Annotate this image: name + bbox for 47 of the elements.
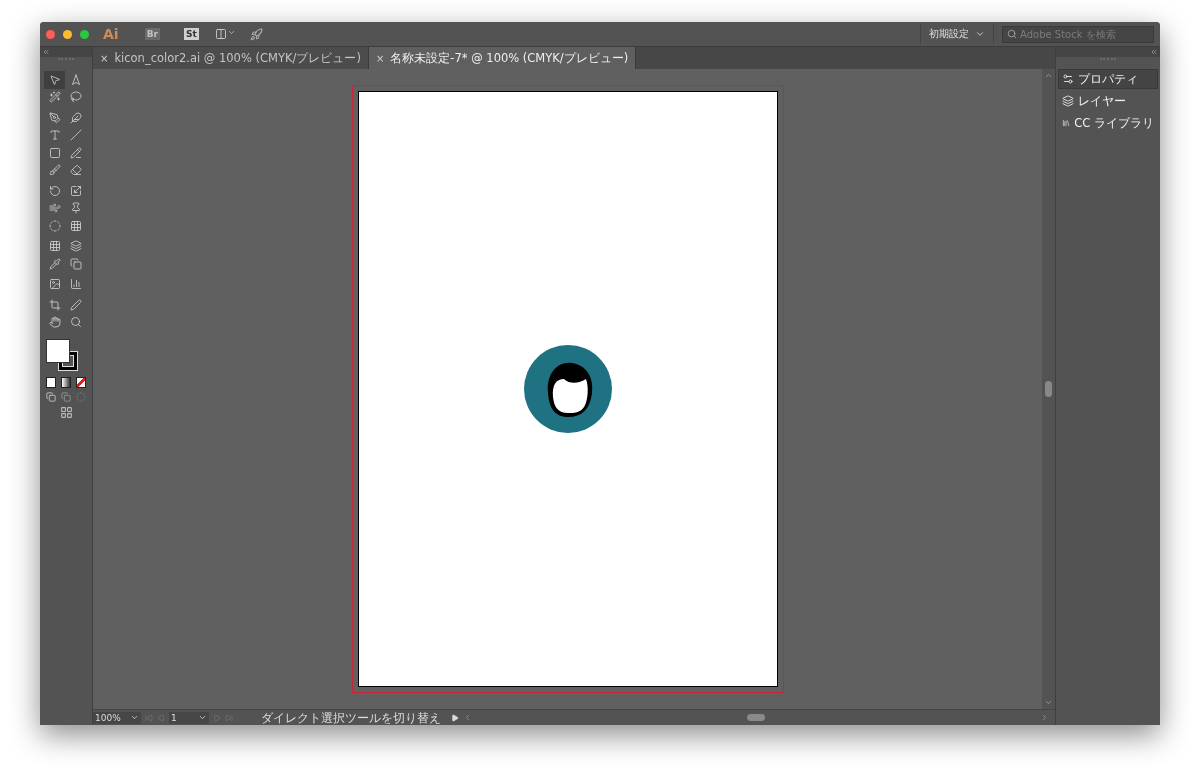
tab-label: kicon_color2.ai @ 100% (CMYK/プレビュー) (114, 50, 361, 66)
tab-label: 名称未設定-7* @ 100% (CMYK/プレビュー) (390, 50, 629, 66)
document-tab[interactable]: × 名称未設定-7* @ 100% (CMYK/プレビュー) (368, 47, 637, 69)
minimize-button[interactable] (63, 29, 72, 39)
stock-button[interactable]: St (183, 28, 199, 40)
scroll-down-icon[interactable] (1044, 698, 1053, 707)
panel-label: プロパティ (1078, 71, 1138, 87)
gradient-swatch[interactable] (61, 377, 71, 388)
color-swatch[interactable] (46, 377, 56, 388)
draw-mode-icon[interactable] (46, 392, 56, 402)
close-button[interactable] (46, 29, 55, 39)
collapse-icon[interactable] (1150, 48, 1158, 56)
none-swatch[interactable] (76, 377, 86, 388)
fill-swatch[interactable] (46, 339, 70, 363)
scroll-thumb[interactable] (1045, 381, 1052, 397)
sliders-icon (1062, 73, 1074, 85)
artboard-field[interactable]: 1 (169, 711, 209, 724)
scroll-right-icon[interactable] (1040, 713, 1049, 722)
panel-button[interactable]: プロパティ (1058, 69, 1158, 89)
close-icon[interactable]: × (375, 52, 385, 64)
zoom-field[interactable]: 100% (93, 711, 141, 724)
search-icon (1007, 29, 1017, 39)
panel-label: CC ライブラリ (1074, 115, 1154, 131)
chevron-down-icon (130, 713, 139, 722)
collapse-icon[interactable] (42, 48, 50, 56)
panel-button[interactable]: CC ライブラリ (1058, 113, 1158, 133)
close-icon[interactable]: × (100, 52, 109, 64)
layout-icon[interactable] (214, 28, 236, 40)
document-tab[interactable]: × kicon_color2.ai @ 100% (CMYK/プレビュー) (93, 47, 369, 69)
scroll-up-icon[interactable] (1044, 71, 1053, 80)
chevron-down-icon (975, 29, 985, 39)
rocket-icon[interactable] (249, 27, 263, 41)
pointer-icon[interactable] (44, 71, 65, 89)
chevron-down-icon (198, 713, 207, 722)
screen-mode-icon[interactable] (59, 406, 73, 419)
panel-label: レイヤー (1078, 93, 1126, 109)
panel-button[interactable]: レイヤー (1058, 91, 1158, 111)
library-icon (1062, 117, 1071, 129)
zoom-button[interactable] (80, 29, 89, 39)
scroll-thumb[interactable] (747, 714, 765, 721)
workspace-dropdown[interactable]: 初期設定 (920, 24, 994, 44)
scroll-left-icon[interactable] (463, 713, 472, 722)
layers-icon (1062, 95, 1074, 107)
play-icon[interactable] (451, 713, 459, 722)
status-message: ダイレクト選択ツールを切り替え (261, 710, 441, 725)
draw-mode-icon[interactable] (61, 392, 71, 402)
app-logo: Ai (103, 26, 119, 42)
